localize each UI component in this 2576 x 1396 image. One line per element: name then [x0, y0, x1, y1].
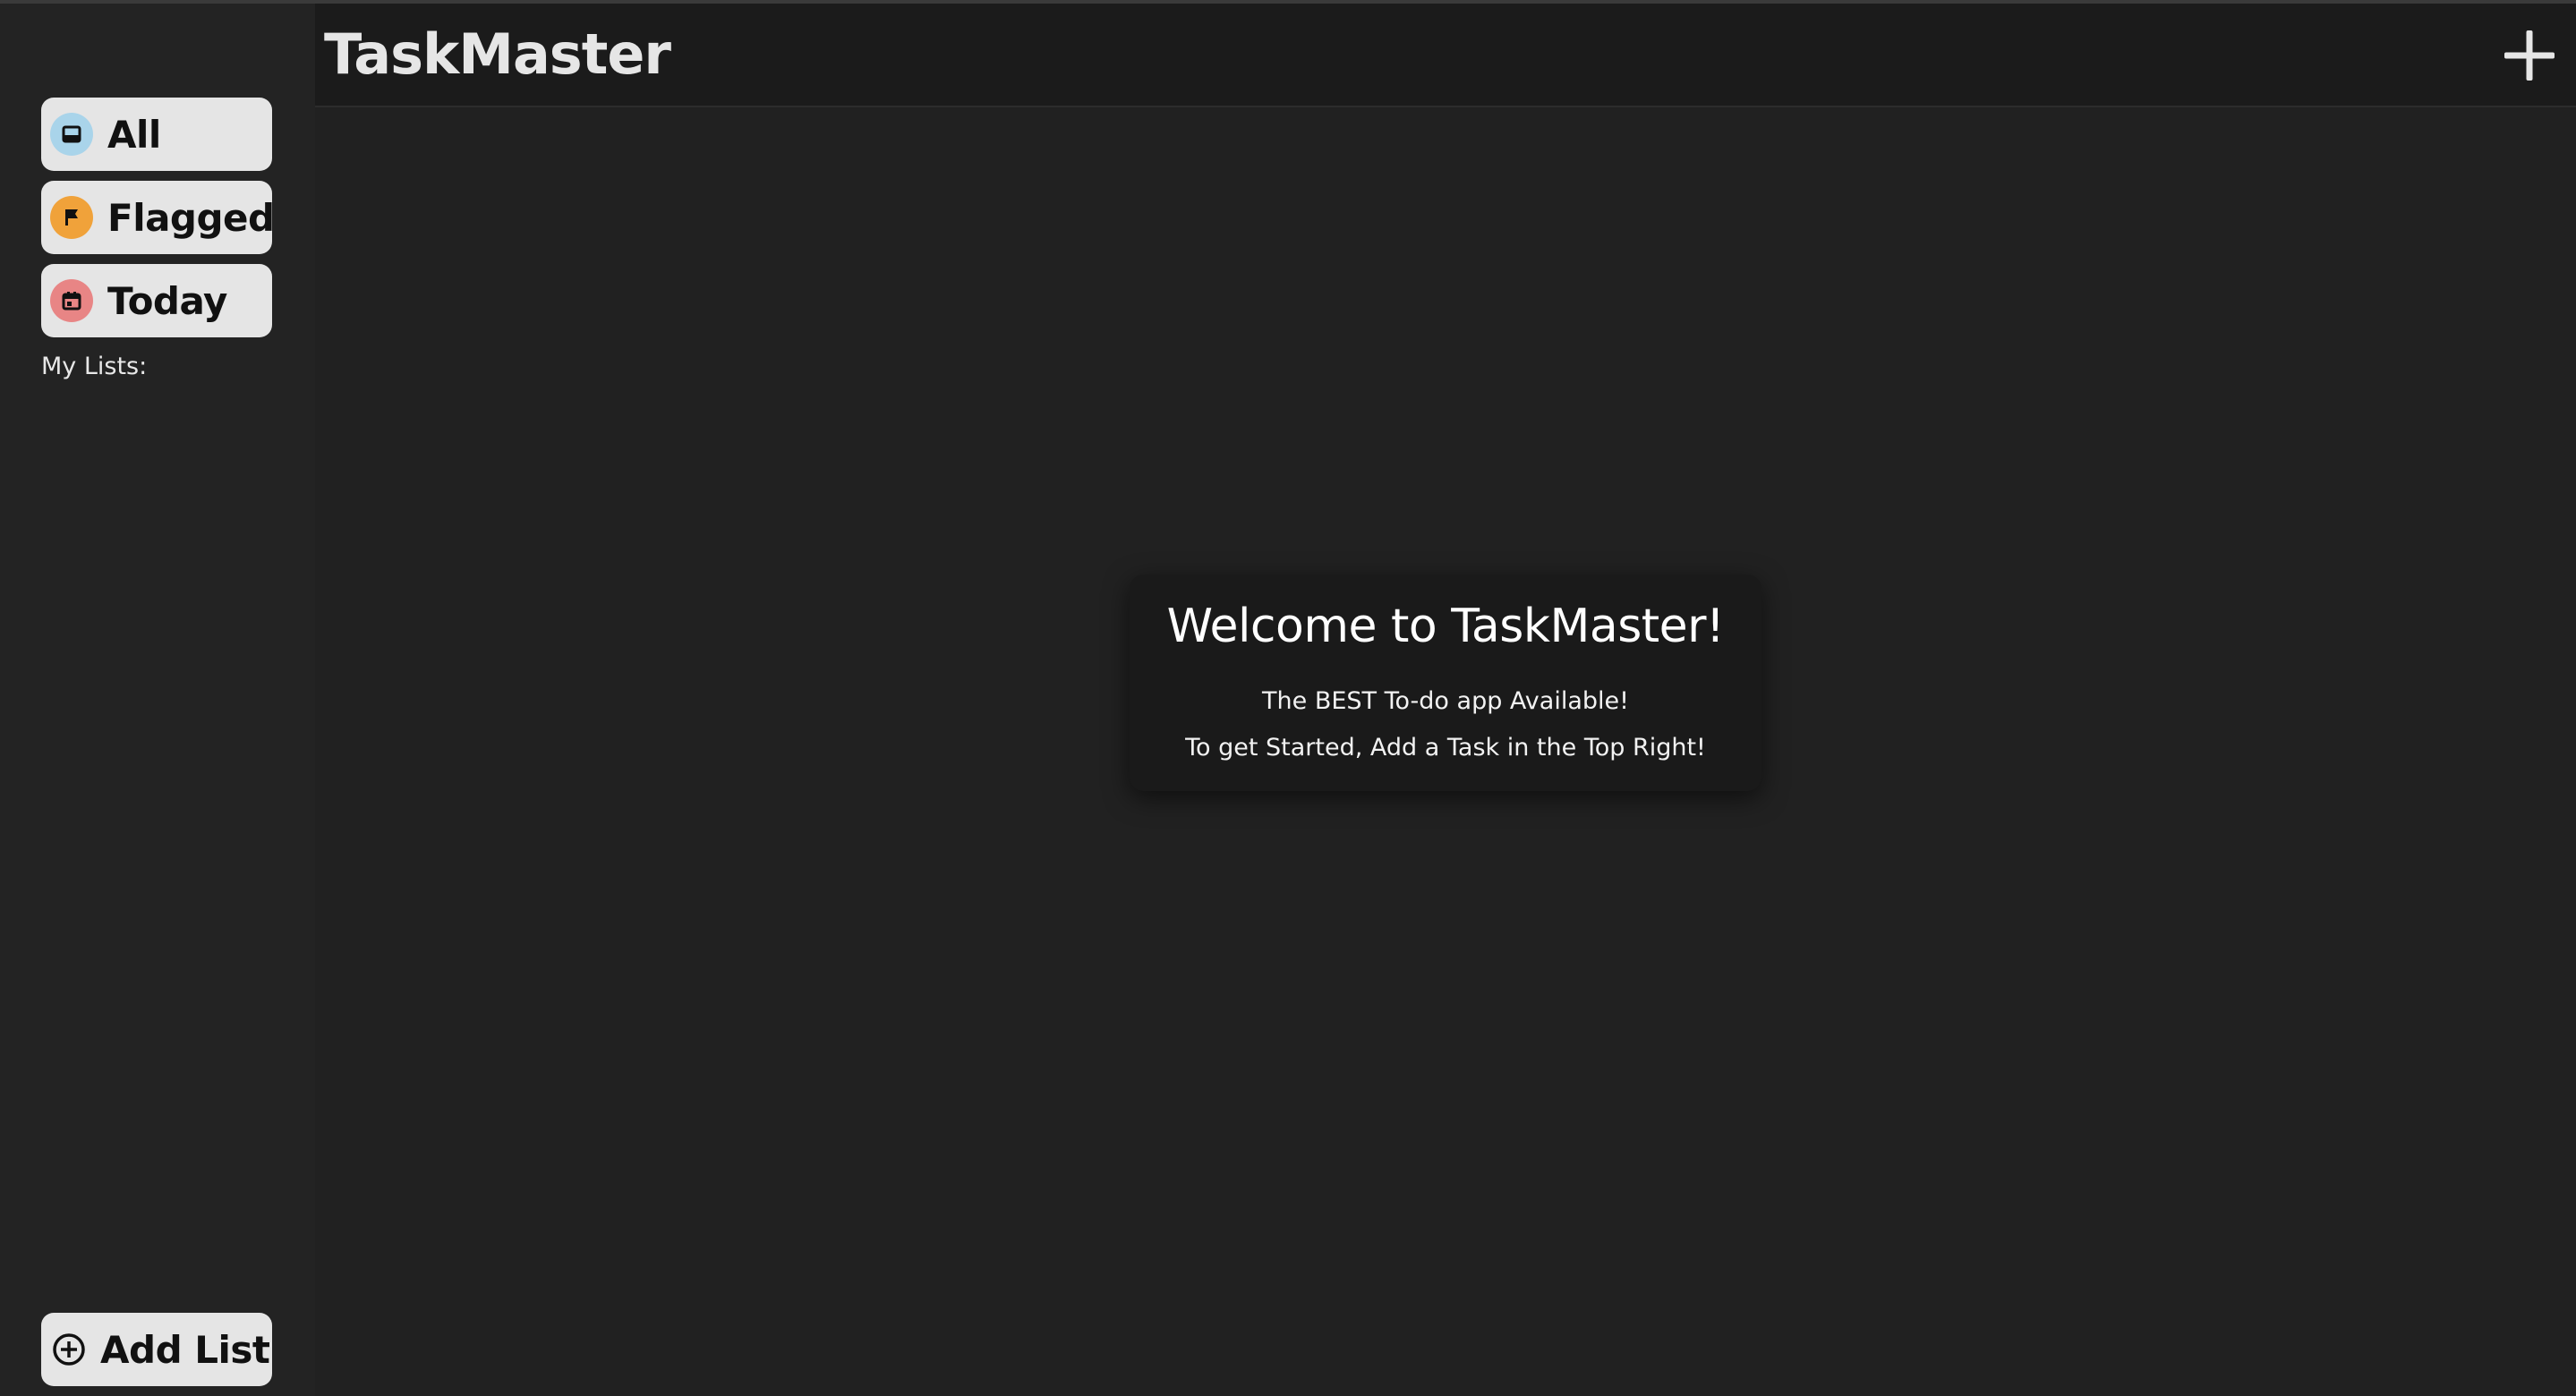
sidebar-item-all[interactable]: All	[41, 98, 272, 171]
sidebar-item-label: All	[107, 112, 161, 157]
sidebar-item-flagged[interactable]: Flagged	[41, 181, 275, 254]
sidebar: All Flagged Today My Lists: Add List	[0, 4, 315, 1396]
add-list-label: Add List	[100, 1327, 270, 1372]
welcome-instructions: To get Started, Add a Task in the Top Ri…	[1185, 734, 1706, 762]
calendar-icon	[50, 279, 93, 322]
flag-icon	[50, 196, 93, 239]
top-bar: TaskMaster	[315, 4, 2576, 107]
my-lists-heading: My Lists:	[41, 353, 148, 380]
welcome-tagline: The BEST To-do app Available!	[1262, 687, 1629, 715]
app-window: All Flagged Today My Lists: Add List Tas…	[0, 0, 2576, 1396]
welcome-heading: Welcome to TaskMaster!	[1166, 600, 1725, 653]
add-list-button[interactable]: Add List	[41, 1313, 272, 1386]
inbox-icon	[50, 113, 93, 156]
main-content: Welcome to TaskMaster! The BEST To-do ap…	[315, 107, 2576, 1396]
plus-circle-icon	[52, 1332, 86, 1366]
plus-icon	[2504, 30, 2555, 81]
sidebar-item-label: Flagged	[107, 195, 275, 240]
app-title: TaskMaster	[324, 21, 671, 87]
sidebar-item-today[interactable]: Today	[41, 264, 272, 337]
sidebar-item-label: Today	[107, 278, 227, 323]
welcome-card: Welcome to TaskMaster! The BEST To-do ap…	[1130, 575, 1761, 791]
add-task-button[interactable]	[2501, 27, 2558, 84]
